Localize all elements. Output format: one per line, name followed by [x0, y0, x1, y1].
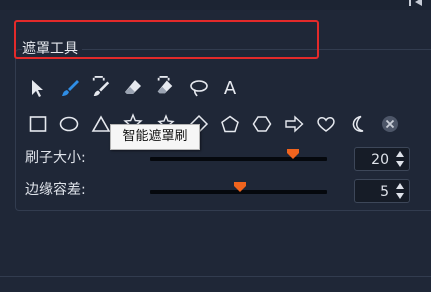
- rectangle-tool[interactable]: [26, 112, 50, 136]
- text-tool[interactable]: A: [218, 76, 242, 100]
- smart-mask-brush-tool[interactable]: [89, 74, 113, 98]
- pointer-tool[interactable]: [25, 76, 49, 100]
- smart-mask-brush-icon: [92, 76, 110, 96]
- edge-tolerance-label: 边缘容差:: [25, 182, 86, 198]
- brush-size-spinbox[interactable]: 20: [354, 147, 410, 171]
- text-icon: A: [223, 77, 237, 99]
- brush-size-label: 刷子大小:: [25, 150, 86, 166]
- edge-tolerance-slider-thumb[interactable]: [233, 181, 247, 193]
- highlight-box: [14, 20, 319, 59]
- up-arrow-icon: [396, 183, 404, 189]
- top-strip: [0, 0, 431, 10]
- down-arrow-icon: [396, 161, 404, 167]
- triangle-icon: [91, 115, 111, 132]
- smart-eraser-tool[interactable]: [153, 74, 177, 98]
- hexagon-tool[interactable]: [250, 112, 274, 136]
- ellipse-tool[interactable]: [57, 112, 81, 136]
- clear-icon: [382, 116, 398, 132]
- smart-eraser-icon: [157, 76, 173, 94]
- arrow-icon: [285, 115, 304, 133]
- brush-size-slider[interactable]: [150, 157, 327, 161]
- increment-button[interactable]: [392, 181, 408, 191]
- brush-tool[interactable]: [58, 76, 82, 100]
- heart-icon: [317, 117, 335, 132]
- brush-size-value: 20: [371, 152, 389, 168]
- up-arrow-icon: [396, 151, 404, 157]
- increment-button[interactable]: [392, 149, 408, 159]
- collapse-icon[interactable]: [408, 0, 428, 8]
- edge-tolerance-spinbox[interactable]: 5: [354, 179, 410, 203]
- pentagon-tool[interactable]: [218, 112, 242, 136]
- crescent-tool[interactable]: [346, 112, 370, 136]
- tooltip: 智能遮罩刷: [110, 124, 200, 150]
- brush-size-slider-thumb[interactable]: [286, 148, 300, 160]
- rectangle-icon: [29, 116, 47, 132]
- pointer-icon: [32, 80, 43, 97]
- lasso-icon: [190, 80, 208, 97]
- heart-tool[interactable]: [314, 112, 338, 136]
- hexagon-icon: [252, 116, 272, 132]
- crescent-icon: [352, 115, 364, 132]
- pentagon-icon: [221, 115, 239, 133]
- edge-tolerance-value: 5: [380, 184, 389, 200]
- bottom-divider: [0, 276, 431, 277]
- clear-tool[interactable]: [378, 112, 402, 136]
- decrement-button[interactable]: [392, 191, 408, 201]
- ellipse-icon: [59, 116, 79, 132]
- eraser-icon: [125, 80, 141, 94]
- lasso-tool[interactable]: [187, 76, 211, 100]
- brush-icon: [62, 80, 79, 96]
- arrow-tool[interactable]: [282, 112, 306, 136]
- eraser-tool[interactable]: [121, 76, 145, 100]
- down-arrow-icon: [396, 193, 404, 199]
- decrement-button[interactable]: [392, 159, 408, 169]
